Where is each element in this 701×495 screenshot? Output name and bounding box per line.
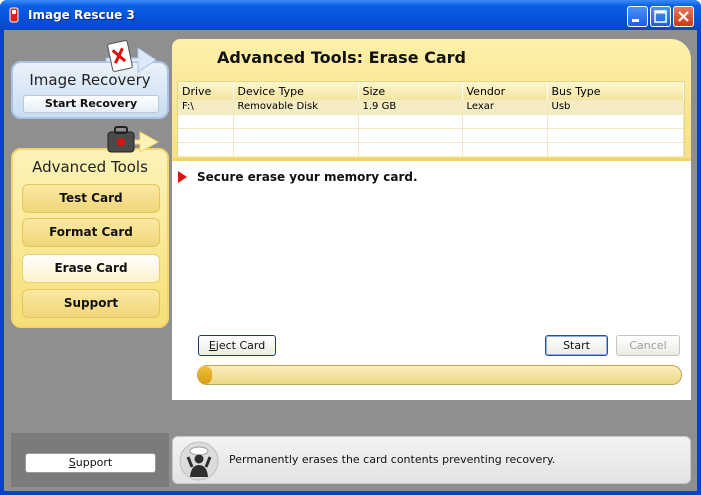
table-header-row: Drive Device Type Size Vendor Bus Type (178, 82, 684, 100)
table-row-empty (178, 142, 684, 157)
device-table-grid: Drive Device Type Size Vendor Bus Type F… (178, 82, 684, 157)
column-header-size[interactable]: Size (358, 82, 463, 100)
maximize-button[interactable] (650, 6, 671, 27)
app-window: Image Rescue 3 Image Recovery Start Reco… (0, 0, 701, 495)
card-x-icon (105, 40, 157, 73)
cell-device-type: Removable Disk (233, 100, 359, 115)
column-header-bus-type[interactable]: Bus Type (547, 82, 684, 100)
minimize-button[interactable] (627, 6, 648, 27)
status-message: Permanently erases the card contents pre… (229, 453, 556, 466)
cancel-button: Cancel (616, 335, 680, 356)
start-recovery-button[interactable]: Start Recovery (23, 95, 159, 113)
main-content-panel: Secure erase your memory card. Eject Car… (172, 158, 691, 400)
progress-bar (197, 365, 682, 385)
main-header-panel: Advanced Tools: Erase Card Drive Device … (172, 39, 691, 158)
close-icon (678, 11, 689, 22)
support-nav-button[interactable]: Support (22, 289, 160, 318)
table-row-empty (178, 128, 684, 143)
cell-vendor: Lexar (462, 100, 548, 115)
device-table[interactable]: Drive Device Type Size Vendor Bus Type F… (177, 81, 685, 157)
test-card-button[interactable]: Test Card (22, 184, 160, 213)
support-button[interactable]: Support (25, 453, 156, 473)
column-header-vendor[interactable]: Vendor (462, 82, 548, 100)
column-header-drive[interactable]: Drive (178, 82, 234, 100)
close-button[interactable] (673, 6, 694, 27)
helper-person-icon (179, 441, 219, 481)
advanced-tools-title: Advanced Tools (32, 158, 148, 176)
client-area: Image Recovery Start Recovery Advanced T… (4, 30, 697, 491)
cell-size: 1.9 GB (358, 100, 463, 115)
eject-card-label: Eject Card (208, 339, 266, 352)
statusbar-left: Support (11, 433, 169, 487)
progress-fill (198, 366, 213, 384)
instruction-text: Secure erase your memory card. (197, 170, 418, 184)
window-title: Image Rescue 3 (28, 8, 135, 22)
table-row[interactable]: F:\ Removable Disk 1.9 GB Lexar Usb (178, 100, 684, 115)
status-message-panel: Permanently erases the card contents pre… (172, 436, 691, 484)
start-button[interactable]: Start (545, 335, 608, 356)
advanced-tools-card: Advanced Tools Test Card Format Card Era… (11, 148, 169, 328)
cell-drive: F:\ (178, 100, 234, 115)
format-card-button[interactable]: Format Card (22, 218, 160, 247)
table-row-empty (178, 114, 684, 129)
app-icon (9, 7, 19, 23)
eject-card-button[interactable]: Eject Card (198, 335, 276, 356)
maximize-icon (654, 10, 667, 23)
toolbox-icon (107, 126, 160, 153)
page-title: Advanced Tools: Erase Card (217, 48, 467, 67)
arrow-right-icon (178, 171, 187, 183)
erase-card-button[interactable]: Erase Card (22, 254, 160, 283)
cell-bus-type: Usb (547, 100, 684, 115)
minimize-icon (632, 19, 639, 22)
title-bar[interactable]: Image Rescue 3 (0, 0, 701, 30)
column-header-device-type[interactable]: Device Type (233, 82, 359, 100)
